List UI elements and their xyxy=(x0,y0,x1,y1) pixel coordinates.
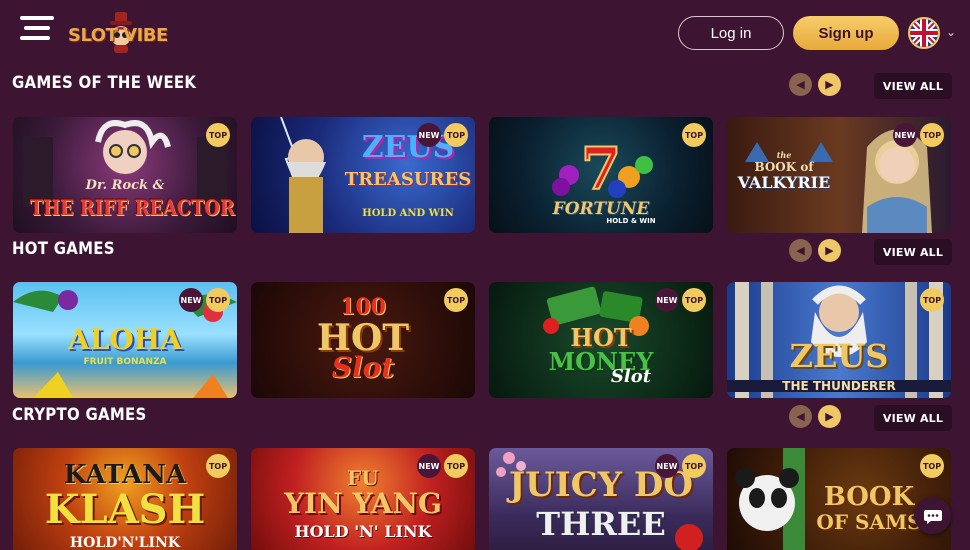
login-button[interactable]: Log in xyxy=(678,16,784,50)
game-title-line1: Dr. Rock & xyxy=(85,178,165,193)
game-title-line2: YIN YANG xyxy=(284,487,442,520)
game-title-line2: THE RIFF REACTOR xyxy=(29,195,235,220)
uk-flag-icon xyxy=(908,17,940,49)
game-title-line3: HOLD'N'LINK xyxy=(69,535,181,550)
game-title-line2: HOLD & WIN xyxy=(606,217,656,225)
prev-arrow-icon[interactable]: ◀ xyxy=(789,239,812,262)
new-badge: NEW xyxy=(655,454,679,478)
game-title-line2: KLASH xyxy=(44,486,206,533)
game-tile-zeus-the-thunderer[interactable]: ZEUS THE THUNDERER TOP xyxy=(727,282,951,398)
next-arrow-icon[interactable]: ▶ xyxy=(818,73,841,96)
game-title-line3: VALKYRIE xyxy=(737,173,831,192)
game-tile-zeus-treasures[interactable]: ZEUS TREASURES HOLD AND WIN NEW TOP xyxy=(251,117,475,233)
top-badge: TOP xyxy=(206,454,230,478)
game-title-line1: FORTUNE xyxy=(552,199,650,219)
game-title-line1: ZEUS xyxy=(789,337,889,375)
game-title-line3: Slot xyxy=(331,351,395,384)
game-title-line1: JUICY DO xyxy=(509,465,693,505)
section-title-games-of-the-week: GAMES OF THE WEEK xyxy=(12,73,197,93)
top-badge: TOP xyxy=(920,288,944,312)
logo[interactable]: SLOT VIBE xyxy=(68,8,192,58)
game-tile-fu-yin-yang[interactable]: FU YIN YANG HOLD 'N' LINK NEW TOP xyxy=(251,448,475,550)
new-badge: NEW xyxy=(893,123,917,147)
top-badge: TOP xyxy=(682,454,706,478)
prev-arrow-icon[interactable]: ◀ xyxy=(789,405,812,428)
game-tile-book-of-valkyrie[interactable]: the BOOK of VALKYRIE NEW TOP xyxy=(727,117,951,233)
top-badge: TOP xyxy=(206,123,230,147)
top-badge: TOP xyxy=(444,454,468,478)
game-title-line2: TREASURES xyxy=(344,169,472,190)
game-title-line3: Slot xyxy=(610,366,652,387)
top-badge: TOP xyxy=(920,123,944,147)
game-title-line1: the xyxy=(776,150,792,160)
game-title-line2: FRUIT BONANZA xyxy=(83,357,167,367)
new-badge: NEW xyxy=(655,288,679,312)
game-tile-hot-money-slot[interactable]: HOT MONEY Slot NEW TOP xyxy=(489,282,713,398)
signup-button[interactable]: Sign up xyxy=(793,16,899,50)
game-tile-aloha-fruit-bonanza[interactable]: ALOHA FRUIT BONANZA NEW TOP xyxy=(13,282,237,398)
game-title-line1: ALOHA xyxy=(68,323,182,356)
top-badge: TOP xyxy=(206,288,230,312)
game-title-line2: BOOK of xyxy=(754,160,814,174)
language-selector[interactable]: ⌄ xyxy=(908,17,958,49)
chat-glyph xyxy=(923,509,942,524)
top-badge: TOP xyxy=(444,288,468,312)
game-title-line2: THE THUNDERER xyxy=(727,380,951,392)
view-all-games-of-the-week[interactable]: VIEW ALL xyxy=(874,73,952,99)
new-badge: NEW xyxy=(179,288,203,312)
view-all-hot-games[interactable]: VIEW ALL xyxy=(874,239,952,265)
chat-bubble-icon[interactable] xyxy=(914,497,951,534)
top-badge: TOP xyxy=(682,288,706,312)
game-tile-100-hot-slot[interactable]: 100 HOT Slot TOP xyxy=(251,282,475,398)
game-tile-katana-klash[interactable]: KATANA KLASH HOLD'N'LINK TOP xyxy=(13,448,237,550)
next-arrow-icon[interactable]: ▶ xyxy=(818,239,841,262)
section-title-hot-games: HOT GAMES xyxy=(12,239,115,259)
top-badge: TOP xyxy=(682,123,706,147)
game-title-line3: HOLD 'N' LINK xyxy=(294,522,432,541)
new-badge: NEW xyxy=(417,454,441,478)
hamburger-menu-icon[interactable] xyxy=(20,16,54,46)
chevron-down-icon: ⌄ xyxy=(946,25,957,39)
game-title-line1: FU xyxy=(347,466,379,490)
view-all-crypto-games[interactable]: VIEW ALL xyxy=(874,405,952,431)
prev-arrow-icon[interactable]: ◀ xyxy=(789,73,812,96)
next-arrow-icon[interactable]: ▶ xyxy=(818,405,841,428)
top-badge: TOP xyxy=(444,123,468,147)
game-title-line1: KATANA xyxy=(63,460,187,490)
new-badge: NEW xyxy=(417,123,441,147)
game-tile-book-of-sams[interactable]: BOOK OF SAMS TOP xyxy=(727,448,951,550)
logo-text: SLOT VIBE xyxy=(68,25,168,46)
game-tile-riff-reactor[interactable]: Dr. Rock & THE RIFF REACTOR TOP xyxy=(13,117,237,233)
game-title-line3: HOLD AND WIN xyxy=(362,208,454,219)
game-tile-juicy-do-three[interactable]: JUICY DO THREE NEW TOP xyxy=(489,448,713,550)
section-title-crypto-games: CRYPTO GAMES xyxy=(12,405,147,425)
game-title-line1: 100 xyxy=(340,294,386,320)
game-title-line2: THREE xyxy=(536,505,666,543)
game-tile-fortune[interactable]: 7 FORTUNE HOLD & WIN TOP xyxy=(489,117,713,233)
top-badge: TOP xyxy=(920,454,944,478)
header: SLOT VIBE Log in Sign up ⌄ xyxy=(0,0,970,66)
